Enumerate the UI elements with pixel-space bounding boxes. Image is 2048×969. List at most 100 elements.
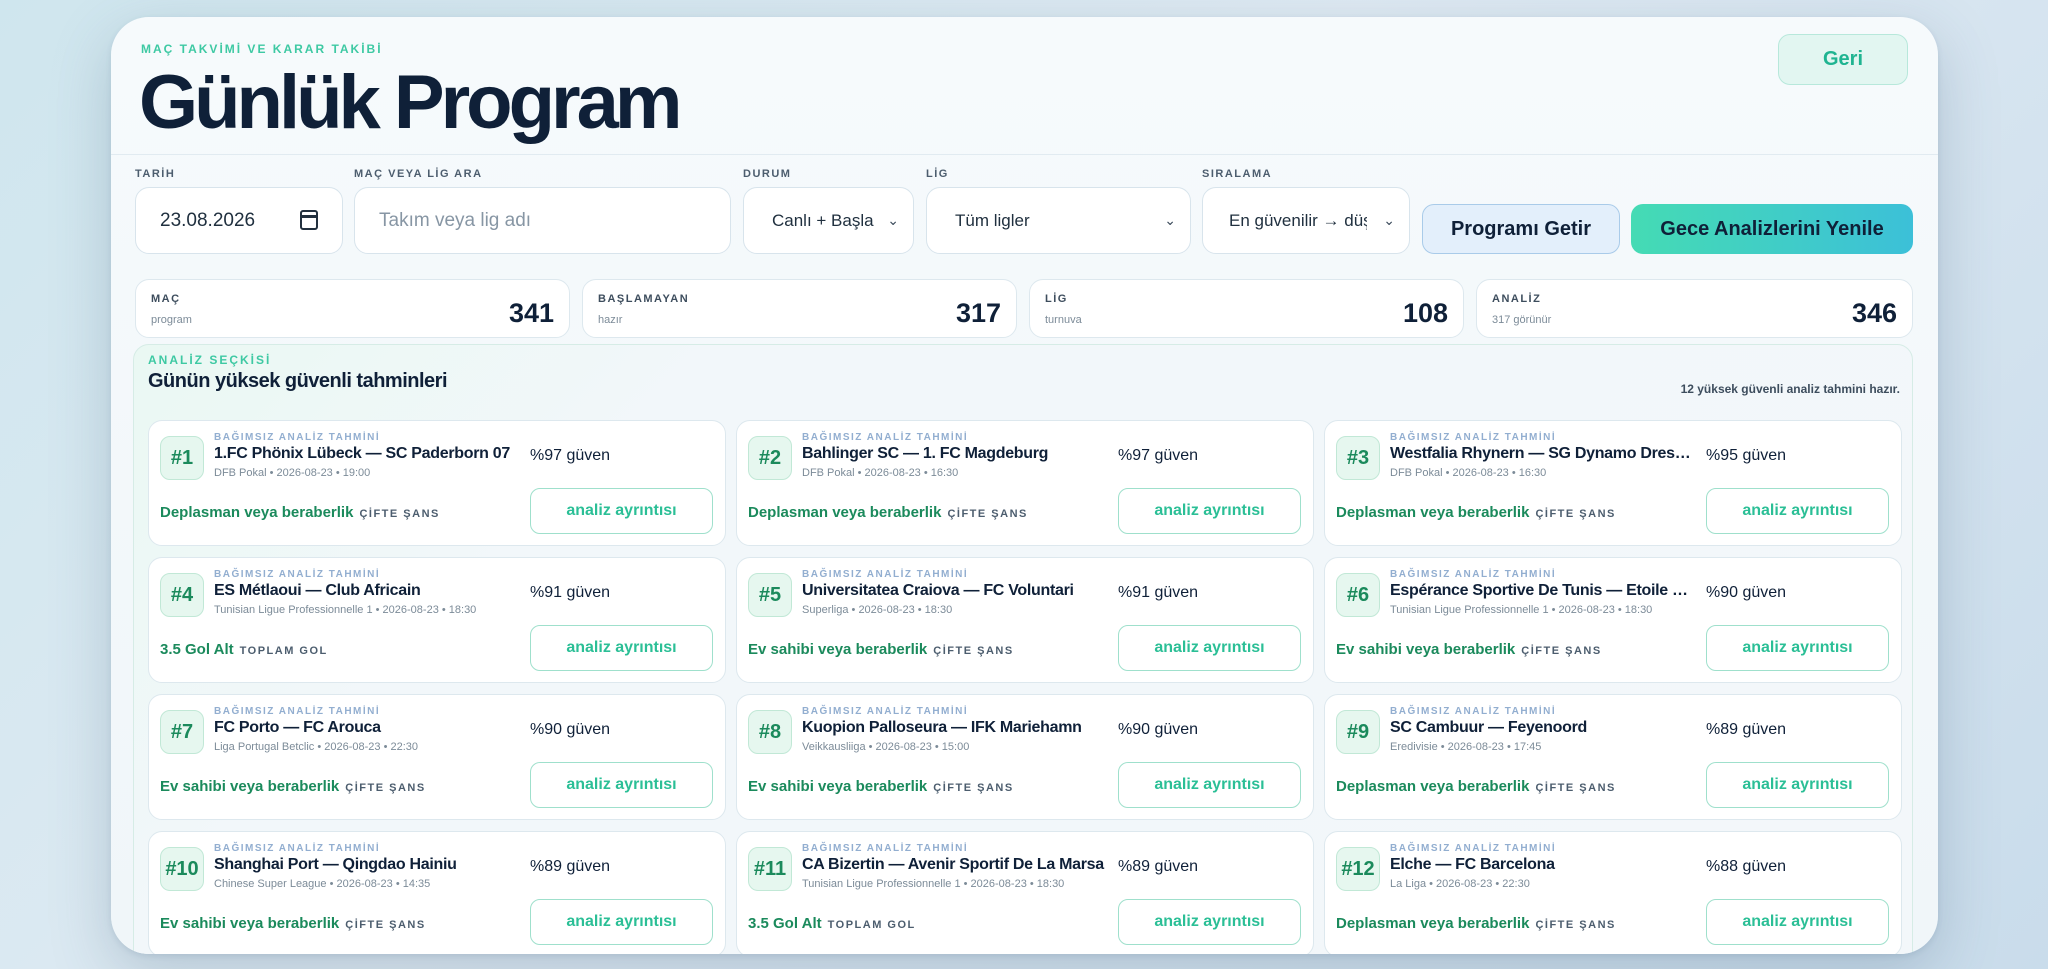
stat-value: 317 (955, 298, 1001, 328)
stat-sub: program (151, 314, 192, 326)
prediction-card: #12 BAĞIMSIZ ANALİZ TAHMİNİ Elche — FC Bar… (1324, 831, 1902, 954)
stat-label: BAŞLAMAYAN (598, 293, 690, 305)
league-select[interactable]: Tüm ligler ⌄ (926, 187, 1191, 254)
picks-count: 12 yüksek güvenli analiz tahmini hazır. (1680, 382, 1900, 396)
picks-title: Günün yüksek güvenli tahminleri (148, 370, 448, 392)
prediction-card: #11 BAĞIMSIZ ANALİZ TAHMİNİ CA Bizertin — … (736, 831, 1314, 954)
confidence-value: %89 güven (1118, 858, 1199, 875)
confidence-value: %97 güven (530, 447, 611, 464)
match-title: FC Porto — FC Arouca (214, 719, 381, 736)
card-tag: BAĞIMSIZ ANALİZ TAHMİNİ (802, 569, 969, 580)
analysis-detail-button[interactable]: analiz ayrıntısı (530, 899, 713, 945)
analysis-detail-button[interactable]: analiz ayrıntısı (1706, 762, 1889, 808)
prediction-label: Ev sahibi veya beraberlik (1336, 641, 1516, 658)
prediction-label: 3.5 Gol Alt (160, 641, 234, 658)
match-title: Espérance Sportive De Tunis — Etoile Spo… (1390, 582, 1695, 599)
page-eyebrow: MAÇ TAKVİMİ VE KARAR TAKİBİ (141, 42, 383, 56)
prediction-label: Deplasman veya beraberlik (748, 504, 942, 521)
prediction-label: Deplasman veya beraberlik (1336, 778, 1530, 795)
sort-select[interactable]: En güvenilir → düş ⌄ (1202, 187, 1410, 254)
confidence-value: %91 güven (1118, 584, 1199, 601)
prediction-label: Ev sahibi veya beraberlik (160, 778, 340, 795)
stat-card-matches: MAÇ program 341 (135, 279, 570, 338)
stat-value: 341 (508, 298, 554, 328)
prediction-label: Deplasman veya beraberlik (1336, 504, 1530, 521)
analysis-detail-button[interactable]: analiz ayrıntısı (530, 625, 713, 671)
analysis-detail-button[interactable]: analiz ayrıntısı (1706, 625, 1889, 671)
prediction-text: Ev sahibi veya beraberlik ÇİFTE ŞANS (748, 641, 1014, 658)
refresh-analyses-button[interactable]: Gece Analizlerini Yenile (1631, 204, 1913, 254)
prediction-text: Deplasman veya beraberlik ÇİFTE ŞANS (1336, 915, 1616, 932)
match-meta: Chinese Super League • 2026-08-23 • 14:3… (214, 878, 431, 890)
match-meta: DFB Pokal • 2026-08-23 • 19:00 (214, 467, 371, 479)
date-field[interactable]: 23.08.2026 (135, 187, 343, 254)
picks-eyebrow: ANALİZ SEÇKİSİ (148, 353, 272, 367)
match-meta: Superliga • 2026-08-23 • 18:30 (802, 604, 953, 616)
prediction-text: 3.5 Gol Alt TOPLAM GOL (160, 641, 328, 658)
prediction-text: 3.5 Gol Alt TOPLAM GOL (748, 915, 916, 932)
match-title: Elche — FC Barcelona (1390, 856, 1555, 873)
rank-badge: #12 (1336, 847, 1380, 891)
confidence-value: %90 güven (1118, 721, 1199, 738)
prediction-card: #2 BAĞIMSIZ ANALİZ TAHMİNİ Bahlinger SC — … (736, 420, 1314, 546)
prediction-card: #3 BAĞIMSIZ ANALİZ TAHMİNİ Westfalia Rhyne… (1324, 420, 1902, 546)
analysis-detail-button[interactable]: analiz ayrıntısı (530, 762, 713, 808)
match-meta: DFB Pokal • 2026-08-23 • 16:30 (802, 467, 959, 479)
confidence-value: %91 güven (530, 584, 611, 601)
fetch-program-button[interactable]: Programı Getir (1422, 204, 1620, 254)
chevron-down-icon: ⌄ (1383, 212, 1395, 228)
card-tag: BAĞIMSIZ ANALİZ TAHMİNİ (1390, 569, 1557, 580)
analysis-detail-button[interactable]: analiz ayrıntısı (530, 488, 713, 534)
confidence-value: %95 güven (1706, 447, 1787, 464)
prediction-card: #7 BAĞIMSIZ ANALİZ TAHMİNİ FC Porto — FC A… (148, 694, 726, 820)
page-title: Günlük Program (139, 60, 682, 145)
card-tag: BAĞIMSIZ ANALİZ TAHMİNİ (802, 706, 969, 717)
prediction-card: #5 BAĞIMSIZ ANALİZ TAHMİNİ Universitatea C… (736, 557, 1314, 683)
match-meta: Veikkausliiga • 2026-08-23 • 15:00 (802, 741, 970, 753)
match-title: Universitatea Craiova — FC Voluntari (802, 582, 1074, 599)
prediction-card: #8 BAĞIMSIZ ANALİZ TAHMİNİ Kuopion Pallose… (736, 694, 1314, 820)
chevron-down-icon: ⌄ (887, 212, 899, 228)
league-label: LİG (926, 168, 949, 180)
card-tag: BAĞIMSIZ ANALİZ TAHMİNİ (1390, 843, 1557, 854)
card-tag: BAĞIMSIZ ANALİZ TAHMİNİ (214, 432, 381, 443)
card-tag: BAĞIMSIZ ANALİZ TAHMİNİ (1390, 706, 1557, 717)
analysis-detail-button[interactable]: analiz ayrıntısı (1118, 899, 1301, 945)
confidence-value: %90 güven (530, 721, 611, 738)
prediction-type: ÇİFTE ŞANS (947, 508, 1028, 520)
stat-sub: 317 görünür (1492, 314, 1552, 326)
card-tag: BAĞIMSIZ ANALİZ TAHMİNİ (214, 843, 381, 854)
back-button[interactable]: Geri (1778, 34, 1908, 85)
rank-badge: #9 (1336, 710, 1380, 754)
match-meta: Tunisian Ligue Professionnelle 1 • 2026-… (1390, 604, 1653, 616)
match-title: ES Métlaoui — Club Africain (214, 582, 421, 599)
prediction-type: ÇİFTE ŞANS (933, 782, 1014, 794)
search-input[interactable]: Takım veya lig adı (354, 187, 731, 254)
analysis-detail-button[interactable]: analiz ayrıntısı (1118, 762, 1301, 808)
rank-badge: #2 (748, 436, 792, 480)
match-meta: Tunisian Ligue Professionnelle 1 • 2026-… (214, 604, 477, 616)
rank-badge: #11 (748, 847, 792, 891)
analysis-detail-button[interactable]: analiz ayrıntısı (1706, 899, 1889, 945)
analysis-detail-button[interactable]: analiz ayrıntısı (1706, 488, 1889, 534)
confidence-value: %89 güven (530, 858, 611, 875)
rank-badge: #10 (160, 847, 204, 891)
confidence-value: %97 güven (1118, 447, 1199, 464)
prediction-text: Deplasman veya beraberlik ÇİFTE ŞANS (748, 504, 1028, 521)
analysis-detail-button[interactable]: analiz ayrıntısı (1118, 488, 1301, 534)
stat-sub: hazır (598, 314, 623, 326)
prediction-label: Ev sahibi veya beraberlik (748, 641, 928, 658)
sort-value: En güvenilir → düş (1229, 210, 1367, 230)
status-value: Canlı + Başla (772, 210, 874, 230)
header-divider (111, 154, 1938, 155)
status-select[interactable]: Canlı + Başla ⌄ (743, 187, 914, 254)
rank-badge: #3 (1336, 436, 1380, 480)
date-value: 23.08.2026 (160, 209, 256, 231)
analysis-detail-button[interactable]: analiz ayrıntısı (1118, 625, 1301, 671)
calendar-icon[interactable] (300, 210, 318, 230)
rank-badge: #8 (748, 710, 792, 754)
match-meta: La Liga • 2026-08-23 • 22:30 (1390, 878, 1530, 890)
prediction-type: ÇİFTE ŞANS (1535, 782, 1616, 794)
rank-badge: #7 (160, 710, 204, 754)
date-label: TARİH (135, 168, 176, 180)
